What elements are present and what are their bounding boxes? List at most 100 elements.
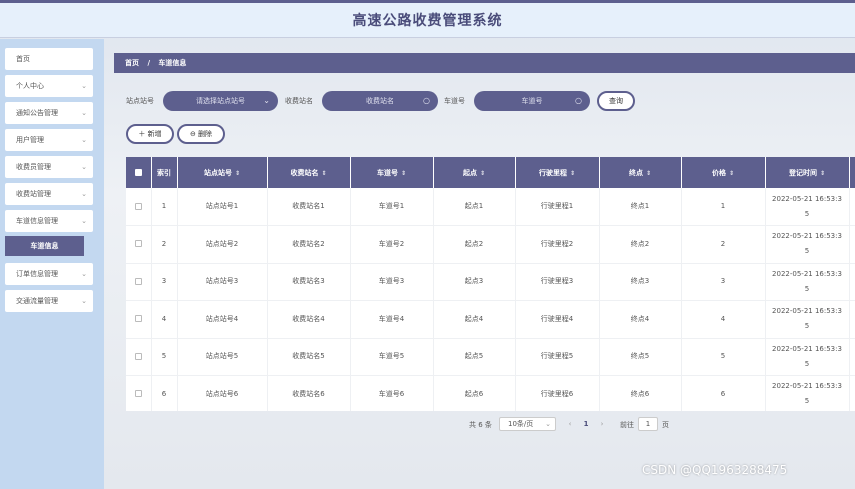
sidebar-item-stations[interactable]: 收费站管理 ⌄ [5,183,93,205]
add-button[interactable]: ＋ 新增 [126,124,174,144]
col-header-label: 起点 [462,168,477,177]
query-button[interactable]: 查询 [597,91,635,111]
sidebar-item-label: 用户管理 [16,136,44,144]
col-header-price[interactable]: 价格 ⇕ [681,157,766,188]
row-checkbox[interactable] [126,300,152,339]
sidebar-item-label: 车道信息管理 [16,217,58,225]
cell-price: 2 [681,225,766,264]
col-header-label: 车道号 [376,168,398,177]
search-icon: ○ [575,96,582,105]
lane-no-placeholder: 车道号 [521,97,543,105]
col-header-label: 终点 [628,168,643,177]
sort-icon: ⇕ [819,169,826,177]
cell-mileage: 行驶里程1 [515,188,600,226]
col-header-label: 收费站名 [290,168,319,177]
cell-station-name: 收费站名5 [267,338,351,376]
cell-station-name: 收费站名2 [267,225,351,264]
reg-time-line2: 5 [804,397,810,406]
cell-mileage: 行驶里程3 [515,263,600,301]
sidebar-item-label: 通知公告管理 [16,109,58,117]
cell-lane-no: 车道号5 [350,338,434,376]
sidebar-item-profile[interactable]: 个人中心 ⌄ [5,75,93,97]
reg-time-line2: 5 [804,209,810,218]
sidebar-item-traffic[interactable]: 交通流量管理 ⌄ [5,290,93,312]
table-row[interactable]: 6 站点站号6 收费站名6 车道号6 起点6 行驶里程6 终点6 6 2022-… [126,375,855,411]
cell-destination: 终点2 [599,225,682,264]
table-row[interactable]: 3 站点站号3 收费站名3 车道号3 起点3 行驶里程3 终点3 3 2022-… [126,263,855,301]
station-name-input[interactable]: 收费站名 ○ [322,91,438,111]
cell-origin: 起点3 [433,263,516,301]
sidebar-item-home[interactable]: 首页 [5,48,93,70]
breadcrumb: 首页 / 车道信息 [114,53,855,73]
watermark: CSDN @QQ1963288475 [642,463,788,477]
col-header-station-name[interactable]: 收费站名 ⇕ [267,157,351,188]
col-header-lane-no[interactable]: 车道号 ⇕ [350,157,434,188]
sidebar-item-notices[interactable]: 通知公告管理 ⌄ [5,102,93,124]
chevron-down-icon: ⌄ [545,420,551,428]
table-row[interactable]: 1 站点站号1 收费站名1 车道号1 起点1 行驶里程1 终点1 1 2022-… [126,188,855,226]
cell-overflow [849,300,855,339]
page-size-select[interactable]: 10条/页 ⌄ [499,417,556,431]
cell-station-no: 站点站号5 [177,338,268,376]
reg-time-line2: 5 [804,284,810,293]
checkbox-icon [134,390,142,398]
sidebar-subitem-lane-info[interactable]: 车道信息 [5,236,84,256]
chevron-down-icon: ⌄ [81,163,87,171]
cell-station-name: 收费站名4 [267,300,351,339]
col-header-station-no[interactable]: 站点站号 ⇕ [177,157,268,188]
col-header-label: 价格 [711,168,726,177]
app-title: 高速公路收费管理系统 [352,13,503,29]
cell-origin: 起点4 [433,300,516,339]
current-page[interactable]: 1 [579,417,593,431]
cell-price: 4 [681,300,766,339]
table-row[interactable]: 5 站点站号5 收费站名5 车道号5 起点5 行驶里程5 终点5 5 2022-… [126,338,855,376]
next-page-button[interactable]: › [595,417,609,431]
sidebar-item-label: 首页 [16,55,30,63]
breadcrumb-separator: / [147,59,150,67]
table-row[interactable]: 4 站点站号4 收费站名4 车道号4 起点4 行驶里程4 终点4 4 2022-… [126,300,855,339]
sidebar-item-label: 收费员管理 [16,163,51,171]
lane-no-input[interactable]: 车道号 ○ [474,91,590,111]
prev-page-button[interactable]: ‹ [563,417,577,431]
sidebar-item-lanes[interactable]: 车道信息管理 ⌄ [5,210,93,232]
cell-destination: 终点1 [599,188,682,226]
checkbox-icon [134,240,142,248]
select-all-checkbox[interactable] [126,157,152,188]
station-no-select[interactable]: 请选择站点站号 ⌄ [163,91,278,111]
cell-station-no: 站点站号2 [177,225,268,264]
cell-reg-time: 2022-05-21 16:53:3 5 [765,263,850,301]
sort-icon: ⇕ [234,169,241,177]
cell-station-no: 站点站号6 [177,375,268,411]
cell-index: 5 [151,338,178,376]
cell-price: 3 [681,263,766,301]
row-checkbox[interactable] [126,375,152,411]
table-header-row: 索引 站点站号 ⇕ 收费站名 ⇕ 车道号 ⇕ 起点 ⇕ 行驶里程 ⇕ 终点 ⇕ 价格 ⇕ 登记… [126,157,855,188]
col-header-reg-time[interactable]: 登记时间 ⇕ [765,157,850,188]
chevron-down-icon: ⌄ [81,217,87,225]
goto-page-input[interactable]: 1 [638,417,658,431]
app-header: 高速公路收费管理系统 [0,0,855,38]
row-checkbox[interactable] [126,338,152,376]
sidebar-item-users[interactable]: 用户管理 ⌄ [5,129,93,151]
cell-destination: 终点4 [599,300,682,339]
breadcrumb-home[interactable]: 首页 [125,59,139,67]
sidebar-item-orders[interactable]: 订单信息管理 ⌄ [5,263,93,285]
chevron-down-icon: ⌄ [81,136,87,144]
sidebar-item-collectors[interactable]: 收费员管理 ⌄ [5,156,93,178]
station-name-placeholder: 收费站名 [366,97,394,105]
cell-station-no: 站点站号3 [177,263,268,301]
cell-station-name: 收费站名3 [267,263,351,301]
row-checkbox[interactable] [126,188,152,226]
row-checkbox[interactable] [126,225,152,264]
chevron-down-icon: ⌄ [81,270,87,278]
col-header-label: 站点站号 [203,168,232,177]
search-bar: 站点站号 请选择站点站号 ⌄ 收费站名 收费站名 ○ 车道号 车道号 ○ 查询 [126,91,855,111]
table-row[interactable]: 2 站点站号2 收费站名2 车道号2 起点2 行驶里程2 终点2 2 2022-… [126,225,855,264]
delete-button[interactable]: ⊖ 删除 [177,124,225,144]
cell-index: 1 [151,188,178,226]
col-header-origin[interactable]: 起点 ⇕ [433,157,516,188]
sidebar-item-label: 收费站管理 [16,190,51,198]
row-checkbox[interactable] [126,263,152,301]
col-header-destination[interactable]: 终点 ⇕ [599,157,682,188]
col-header-mileage[interactable]: 行驶里程 ⇕ [515,157,600,188]
